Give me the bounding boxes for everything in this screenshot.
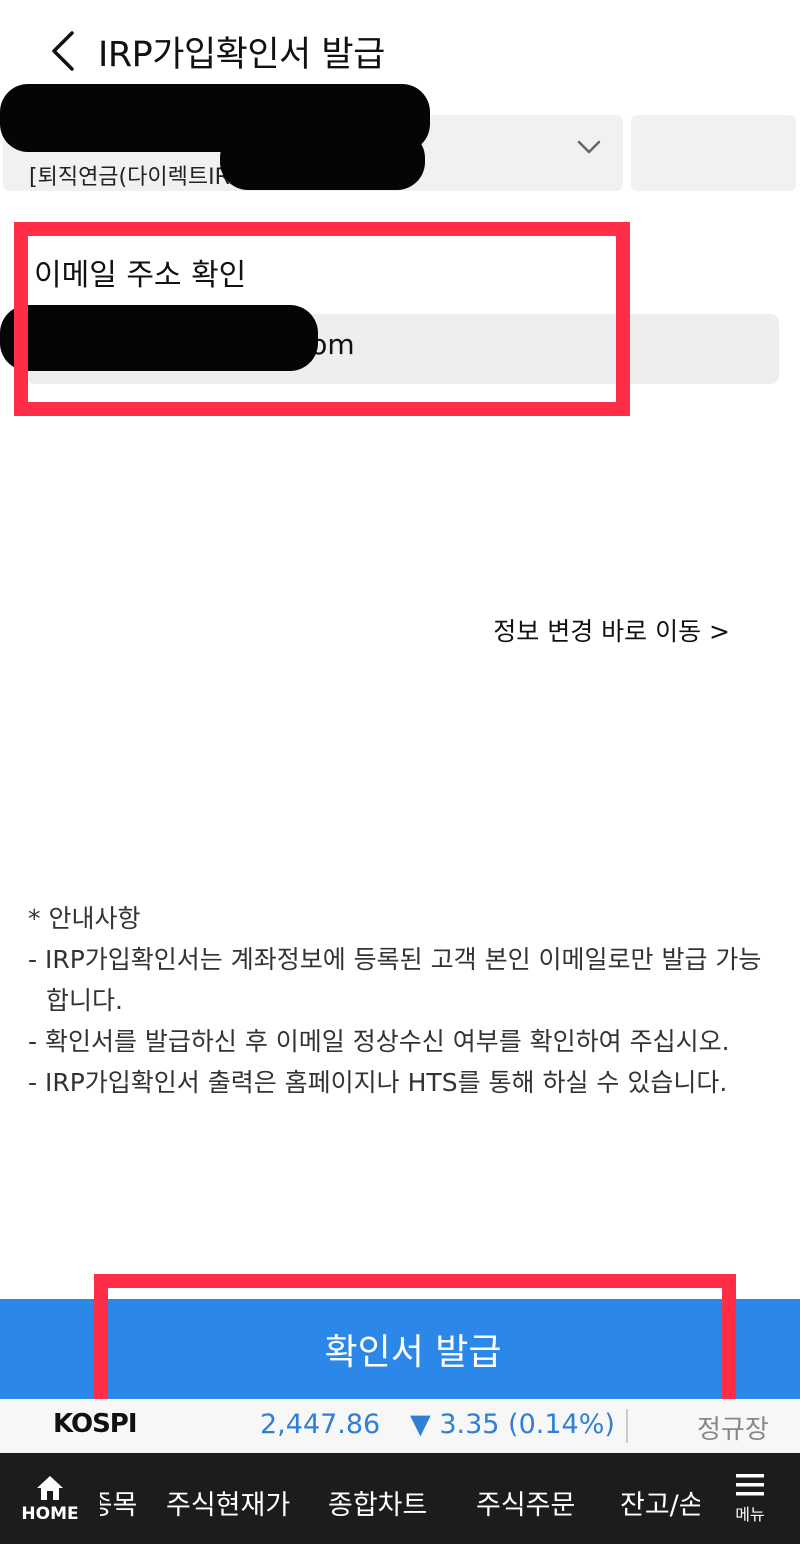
highlight-frame — [14, 222, 630, 416]
nav-items: 관심종목 주식현재가 종합차트 주식주문 잔고/손익 — [100, 1453, 700, 1544]
ticker-change: ▼ 3.35 (0.14%) — [410, 1409, 615, 1440]
nav-menu-label: 메뉴 — [735, 1504, 765, 1524]
notice-title: * 안내사항 — [28, 904, 141, 933]
nav-item-chart[interactable]: 종합차트 — [328, 1483, 427, 1522]
page-title: IRP가입확인서 발급 — [98, 35, 385, 75]
redaction-mark — [220, 130, 425, 190]
info-change-link[interactable]: 정보 변경 바로 이동 > — [493, 612, 730, 648]
notice-item: - IRP가입확인서는 계좌정보에 등록된 고객 본인 이메일로만 발급 가능합… — [28, 945, 762, 1015]
market-ticker[interactable]: KOSPI 2,447.86 ▼ 3.35 (0.14%) 정규장 — [0, 1399, 800, 1453]
menu-icon — [736, 1473, 764, 1495]
account-type: [퇴직연금(다이렉트IRP — [29, 165, 244, 190]
market-status: 정규장 — [697, 1415, 769, 1445]
ticker-value: 2,447.86 — [260, 1409, 381, 1440]
notice-item: - 확인서를 발급하신 후 이메일 정상수신 여부를 확인하여 주십시오. — [28, 1027, 730, 1056]
back-button[interactable] — [40, 28, 86, 74]
nav-item-current-price[interactable]: 주식현재가 — [166, 1483, 290, 1522]
chevron-down-icon — [577, 140, 601, 154]
notice: * 안내사항 - IRP가입확인서는 계좌정보에 등록된 고객 본인 이메일로만… — [28, 898, 768, 1103]
nav-item-balance[interactable]: 잔고/손익 — [620, 1483, 700, 1522]
ticker-divider — [626, 1409, 628, 1443]
home-icon — [37, 1475, 63, 1500]
account-side-button[interactable] — [631, 115, 796, 191]
nav-home[interactable]: HOME — [0, 1453, 100, 1544]
nav-menu[interactable]: 메뉴 — [700, 1453, 800, 1544]
ticker-name: KOSPI — [53, 1409, 138, 1439]
nav-item-order[interactable]: 주식주문 — [476, 1483, 575, 1522]
nav-item-watchlist[interactable]: 관심종목 — [100, 1483, 137, 1522]
highlight-frame — [94, 1274, 736, 1418]
nav-home-label: HOME — [21, 1503, 79, 1524]
chevron-left-icon — [52, 31, 74, 71]
bottom-nav: HOME 관심종목 주식현재가 종합차트 주식주문 잔고/손익 메뉴 — [0, 1453, 800, 1544]
notice-item: - IRP가입확인서 출력은 홈페이지나 HTS를 통해 하실 수 있습니다. — [28, 1068, 728, 1097]
